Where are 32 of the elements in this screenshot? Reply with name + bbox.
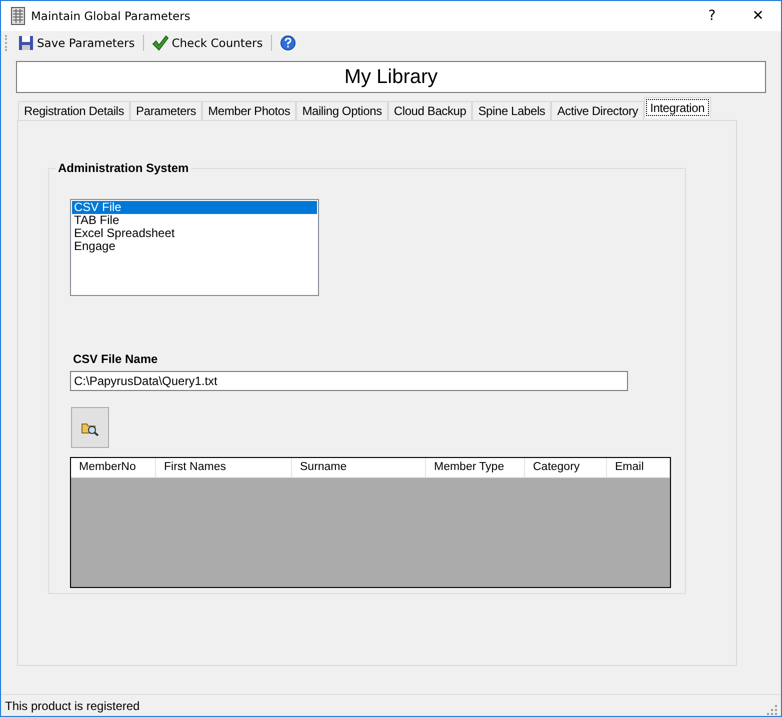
checkmark-icon: [152, 35, 169, 51]
check-counters-button[interactable]: Check Counters: [148, 33, 266, 53]
system-list[interactable]: CSV File TAB File Excel Spreadsheet Engage: [70, 199, 319, 296]
column-header[interactable]: Surname: [292, 458, 426, 477]
status-text: This product is registered: [5, 698, 140, 712]
toolbar-grip: [5, 35, 9, 51]
file-name-field[interactable]: C:\PapyrusData\Query1.txt: [70, 371, 628, 391]
list-item[interactable]: Engage: [72, 240, 317, 253]
save-parameters-button[interactable]: Save Parameters: [15, 33, 138, 53]
resize-grip[interactable]: [767, 704, 777, 714]
column-header[interactable]: Member Type: [426, 458, 525, 477]
column-header[interactable]: Category: [525, 458, 607, 477]
column-header[interactable]: First Names: [156, 458, 292, 477]
tab[interactable]: Cloud Backup: [388, 101, 472, 120]
window-title: Maintain Global Parameters: [31, 9, 190, 23]
tab[interactable]: Parameters: [130, 101, 202, 120]
tab[interactable]: Member Photos: [202, 101, 296, 120]
tab[interactable]: Mailing Options: [296, 101, 388, 120]
field-label: CSV File Name: [73, 352, 158, 366]
group-title: Administration System: [56, 161, 191, 175]
tab[interactable]: Registration Details: [18, 101, 130, 120]
column-header[interactable]: Email: [607, 458, 670, 477]
tab[interactable]: Active Directory: [551, 101, 644, 120]
tab[interactable]: Spine Labels: [472, 101, 552, 120]
library-name: My Library: [16, 61, 766, 93]
column-header[interactable]: MemberNo: [71, 458, 156, 477]
tab[interactable]: Integration: [644, 97, 711, 118]
list-item[interactable]: CSV File: [72, 201, 317, 214]
browse-button[interactable]: [71, 407, 109, 448]
list-item[interactable]: TAB File: [72, 214, 317, 227]
document-icon: [11, 7, 25, 25]
list-item[interactable]: Excel Spreadsheet: [72, 227, 317, 240]
